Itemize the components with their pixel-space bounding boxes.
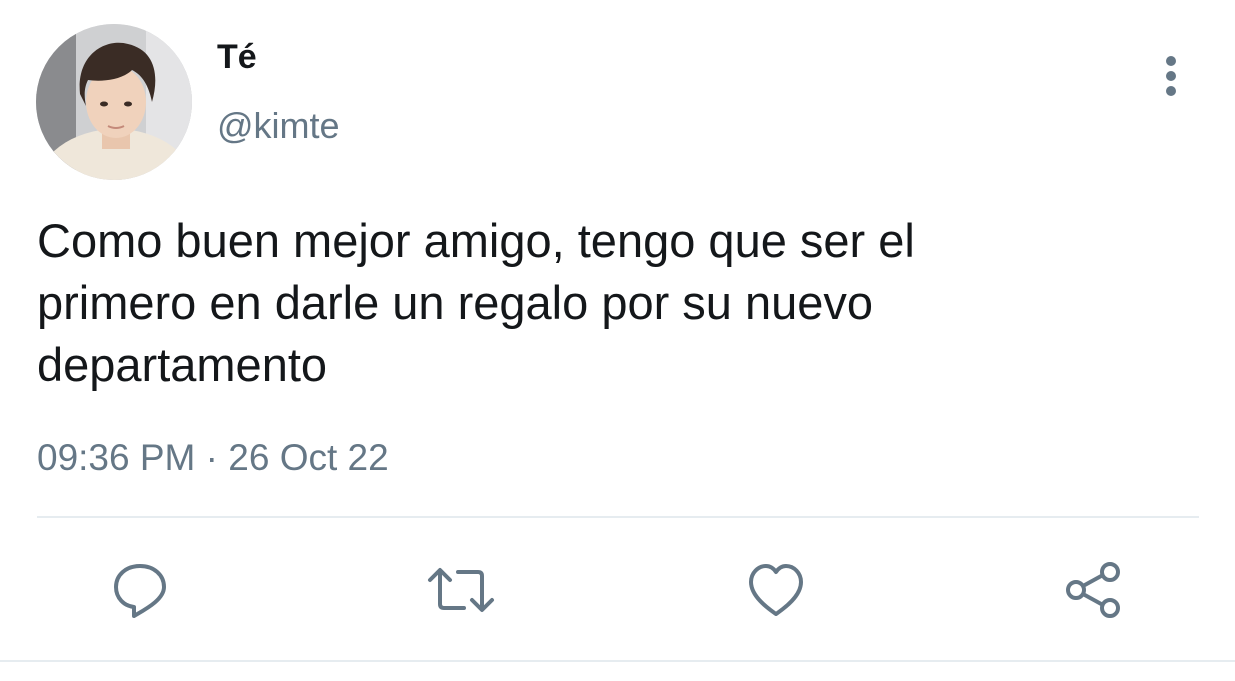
- retweet-icon: [428, 568, 494, 612]
- share-button[interactable]: [1064, 560, 1124, 620]
- retweet-button[interactable]: [426, 560, 496, 620]
- like-button[interactable]: [746, 560, 806, 620]
- divider: [0, 660, 1235, 662]
- more-options-button[interactable]: [1156, 52, 1186, 98]
- profile-photo-icon: [36, 24, 192, 180]
- reply-icon: [114, 564, 166, 618]
- avatar[interactable]: [36, 24, 192, 180]
- timestamp-separator: ·: [205, 437, 218, 478]
- tweet-time: 09:36 PM: [37, 437, 196, 478]
- tweet-timestamp: 09:36 PM · 26 Oct 22: [37, 439, 389, 476]
- more-vertical-icon-dot: [1166, 71, 1176, 81]
- share-icon: [1066, 562, 1120, 618]
- tweet-date: 26 Oct 22: [228, 437, 389, 478]
- display-name[interactable]: Té: [217, 40, 257, 74]
- more-vertical-icon-dot: [1166, 86, 1176, 96]
- tweet-card: Té @kimte Como buen mejor amigo, tengo q…: [0, 0, 1235, 681]
- user-handle[interactable]: @kimte: [217, 108, 340, 144]
- divider: [37, 516, 1199, 518]
- more-vertical-icon: [1166, 56, 1176, 66]
- tweet-text: Como buen mejor amigo, tengo que ser el …: [37, 214, 915, 391]
- reply-button[interactable]: [110, 560, 170, 620]
- heart-icon: [749, 564, 803, 616]
